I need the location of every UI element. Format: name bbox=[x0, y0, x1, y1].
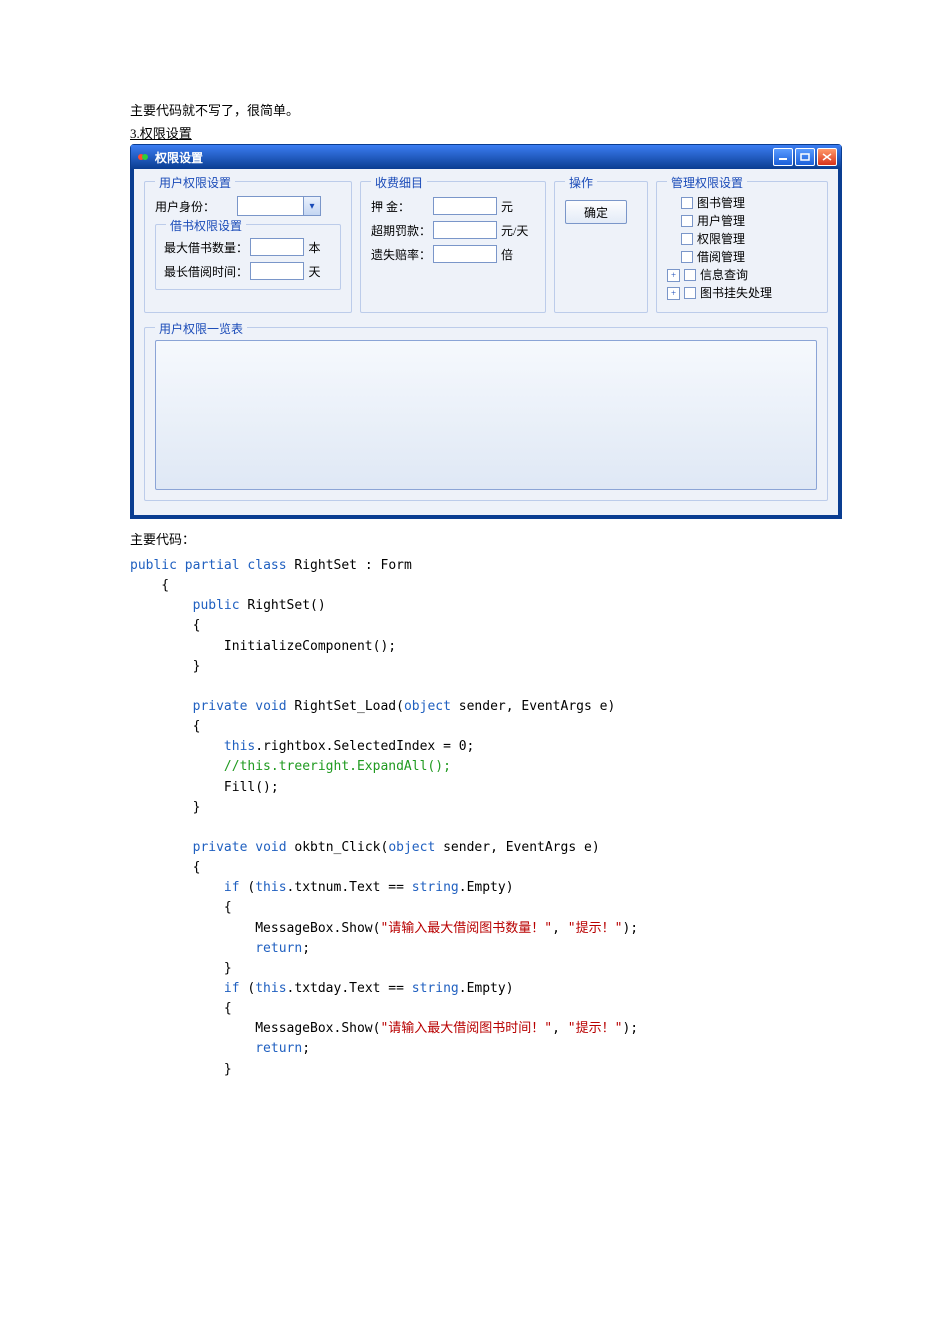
tree-checkbox[interactable] bbox=[681, 197, 693, 209]
operation-legend: 操作 bbox=[565, 174, 597, 191]
code-block: public partial class RightSet : Form { p… bbox=[130, 556, 820, 1080]
window-title: 权限设置 bbox=[155, 149, 203, 166]
titlebar: 权限设置 bbox=[131, 145, 841, 169]
deposit-input[interactable] bbox=[433, 197, 497, 215]
tree-node[interactable]: 借阅管理 bbox=[697, 248, 745, 266]
user-role-label: 用户身份： bbox=[155, 198, 237, 215]
user-right-legend: 用户权限设置 bbox=[155, 174, 235, 191]
borrow-right-group: 借书权限设置 最大借书数量： 本 最长借阅时间： 天 bbox=[155, 224, 341, 290]
unit-book: 本 bbox=[308, 239, 332, 256]
tree-node[interactable]: 用户管理 bbox=[697, 212, 745, 230]
rights-tree[interactable]: 图书管理 用户管理 权限管理 借阅管理 + 信息查询 + 图书挂失处理 bbox=[667, 194, 817, 302]
intro-line-1: 主要代码就不写了，很简单。 bbox=[130, 100, 820, 119]
tree-checkbox[interactable] bbox=[681, 215, 693, 227]
ok-button[interactable]: 确定 bbox=[565, 200, 627, 224]
fee-group: 收费细目 押 金： 元 超期罚款： 元/天 遗失赔率： 倍 bbox=[360, 181, 546, 313]
tree-checkbox[interactable] bbox=[684, 287, 696, 299]
admin-right-legend: 管理权限设置 bbox=[667, 174, 747, 191]
unit-yuanperday: 元/天 bbox=[501, 222, 535, 239]
chevron-down-icon[interactable]: ▾ bbox=[303, 197, 320, 215]
admin-right-group: 管理权限设置 图书管理 用户管理 权限管理 借阅管理 +信息查询 +图书挂失处理 bbox=[656, 181, 828, 313]
minimize-button[interactable] bbox=[773, 148, 793, 166]
user-right-group: 用户权限设置 用户身份： ▾ 借书权限设置 最大借书数量： 本 最长借 bbox=[144, 181, 352, 313]
tree-checkbox[interactable] bbox=[681, 251, 693, 263]
loss-rate-input[interactable] bbox=[433, 245, 497, 263]
loss-rate-label: 遗失赔率： bbox=[371, 246, 429, 263]
rights-list-legend: 用户权限一览表 bbox=[155, 320, 247, 337]
fee-legend: 收费细目 bbox=[371, 174, 427, 191]
user-role-combo[interactable]: ▾ bbox=[237, 196, 321, 216]
unit-times: 倍 bbox=[501, 246, 527, 263]
tree-expander-icon[interactable]: + bbox=[667, 287, 680, 300]
tree-node[interactable]: 图书管理 bbox=[697, 194, 745, 212]
unit-day: 天 bbox=[308, 263, 332, 280]
overdue-label: 超期罚款： bbox=[371, 222, 429, 239]
code-intro: 主要代码： bbox=[130, 529, 820, 548]
tree-checkbox[interactable] bbox=[681, 233, 693, 245]
rightset-window: 权限设置 用户权限设置 用户身份： ▾ 借书权限设 bbox=[130, 144, 842, 519]
borrow-right-legend: 借书权限设置 bbox=[166, 217, 246, 234]
tree-node[interactable]: 图书挂失处理 bbox=[700, 284, 772, 302]
maximize-button[interactable] bbox=[795, 148, 815, 166]
tree-node[interactable]: 信息查询 bbox=[700, 266, 748, 284]
deposit-label: 押 金： bbox=[371, 198, 429, 215]
overdue-input[interactable] bbox=[433, 221, 497, 239]
rights-list-group: 用户权限一览表 bbox=[144, 327, 828, 501]
tree-node[interactable]: 权限管理 bbox=[697, 230, 745, 248]
app-icon bbox=[135, 149, 151, 165]
unit-yuan: 元 bbox=[501, 198, 527, 215]
close-button[interactable] bbox=[817, 148, 837, 166]
max-days-label: 最长借阅时间： bbox=[164, 263, 246, 280]
operation-group: 操作 确定 bbox=[554, 181, 648, 313]
tree-checkbox[interactable] bbox=[684, 269, 696, 281]
max-days-input[interactable] bbox=[250, 262, 304, 280]
tree-expander-icon[interactable]: + bbox=[667, 269, 680, 282]
max-borrow-input[interactable] bbox=[250, 238, 304, 256]
max-borrow-label: 最大借书数量： bbox=[164, 239, 246, 256]
rights-list-canvas[interactable] bbox=[155, 340, 817, 490]
intro-section-title: 3.权限设置 bbox=[130, 123, 820, 142]
